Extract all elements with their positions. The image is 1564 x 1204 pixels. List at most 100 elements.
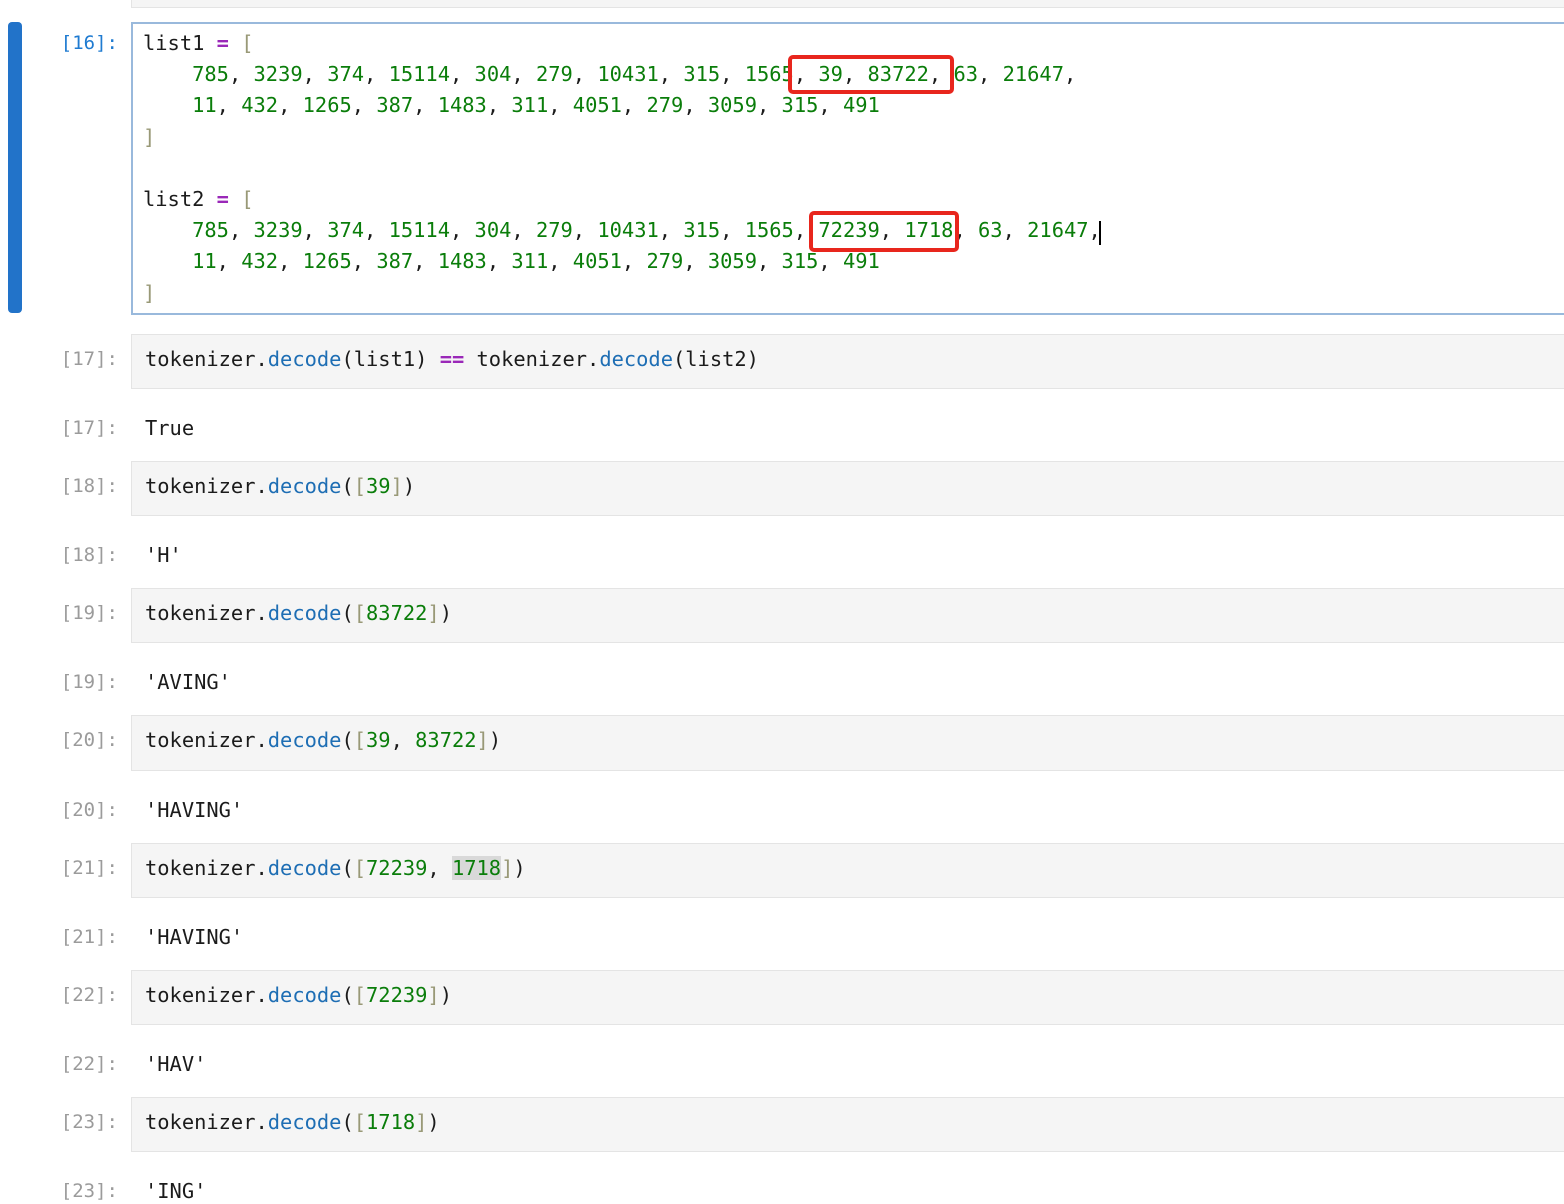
code-input[interactable]: tokenizer.decode([72239, 1718]) [131,843,1564,898]
code-input[interactable]: tokenizer.decode([83722]) [131,588,1564,643]
code-token: ( [341,728,353,752]
code-token: , [450,218,462,242]
code-token [524,62,536,86]
code-token: 374 [327,62,364,86]
code-token: = [217,187,229,211]
code-token: 21647 [1003,62,1064,86]
code-token [229,249,241,273]
code-token: tokenizer [145,856,256,880]
code-token: . [256,601,268,625]
code-token [696,93,708,117]
code-token [464,347,476,371]
code-token: , [659,218,671,242]
red-annotation-box [788,55,954,94]
code-token [499,249,511,273]
red-annotation-box [809,211,959,252]
code-token: ) [513,856,525,880]
code-input[interactable]: tokenizer.decode([1718]) [131,1097,1564,1152]
output-text: 'ING' [131,1178,206,1204]
code-token [634,93,646,117]
code-line: ] [143,278,1564,309]
code-token: , [450,62,462,86]
cell-output-area: [21]: 'HAVING' [0,924,1564,950]
code-token: ] [391,474,403,498]
code-token: decode [268,1110,342,1134]
code-token: , [391,728,403,752]
cell-selection-bar[interactable] [8,22,22,313]
code-token: , [683,249,695,273]
code-token: ) [427,1110,439,1134]
code-token: 279 [646,93,683,117]
code-cell-16: [16]: list1 = [ 785, 3239, 374, 15114, 3… [0,22,1564,315]
code-token: , [794,218,806,242]
code-token [634,249,646,273]
code-token [524,218,536,242]
code-token: 315 [683,62,720,86]
code-token: , [1003,218,1015,242]
output-text: 'HAVING' [131,797,243,823]
code-token: 315 [683,218,720,242]
code-token [462,218,474,242]
code-token: , [278,93,290,117]
code-token [671,218,683,242]
code-token [425,93,437,117]
code-token [769,249,781,273]
code-token: 311 [511,93,548,117]
code-cell: [20]: tokenizer.decode([39, 83722]) [20]… [0,715,1564,822]
code-input[interactable]: tokenizer.decode([72239]) [131,970,1564,1025]
code-token: , [818,93,830,117]
code-token: ) [440,983,452,1007]
code-token [585,62,597,86]
output-prompt: [23]: [0,1178,131,1204]
code-token [425,249,437,273]
code-token: 11 [192,249,217,273]
code-token: , [303,62,315,86]
code-token: , [659,62,671,86]
code-token: ] [501,856,513,880]
output-text: 'HAV' [131,1051,206,1077]
code-input[interactable]: tokenizer.decode([39]) [131,461,1564,516]
code-token [315,62,327,86]
code-token: , [622,249,634,273]
input-prompt: [20]: [0,715,131,753]
code-token: 1565 [745,218,794,242]
code-token: , [757,249,769,273]
code-token: tokenizer [145,347,256,371]
code-token: [ [354,983,366,1007]
code-token [696,249,708,273]
code-input[interactable]: tokenizer.decode([39, 83722]) [131,715,1564,770]
code-token [364,93,376,117]
code-token [241,218,253,242]
code-token: 10431 [597,62,658,86]
code-token: 3059 [708,93,757,117]
code-token: 432 [241,249,278,273]
code-token: 63 [978,218,1003,242]
code-token: ) [415,347,427,371]
code-token: , [978,62,990,86]
code-token: ] [415,1110,427,1134]
code-token [290,93,302,117]
code-line: ] [143,122,1564,153]
code-token: 3239 [254,62,303,86]
code-token: , [622,93,634,117]
previous-cell-partial [131,0,1564,8]
code-token: 39 [366,474,391,498]
code-token: , [720,218,732,242]
code-token: list1 [143,31,204,55]
code-cell: [17]: tokenizer.decode(list1) == tokeniz… [0,334,1564,441]
input-prompt: [23]: [0,1097,131,1135]
code-line [143,153,1564,184]
code-token: ( [673,347,685,371]
output-text: 'AVING' [131,669,231,695]
code-token: ( [341,474,353,498]
code-cell: [23]: tokenizer.decode([1718]) [23]: 'IN… [0,1097,1564,1204]
code-token [499,93,511,117]
code-token: 4051 [573,93,622,117]
cell-input-area: [21]: tokenizer.decode([72239, 1718]) [0,843,1564,898]
code-editor-16[interactable]: list1 = [ 785, 3239, 374, 15114, 304, 27… [131,22,1564,315]
code-token: ( [341,347,353,371]
code-input[interactable]: tokenizer.decode(list1) == tokenizer.dec… [131,334,1564,389]
input-prompt: [22]: [0,970,131,1008]
code-token: list2 [143,187,204,211]
cell-input-area: [20]: tokenizer.decode([39, 83722]) [0,715,1564,770]
